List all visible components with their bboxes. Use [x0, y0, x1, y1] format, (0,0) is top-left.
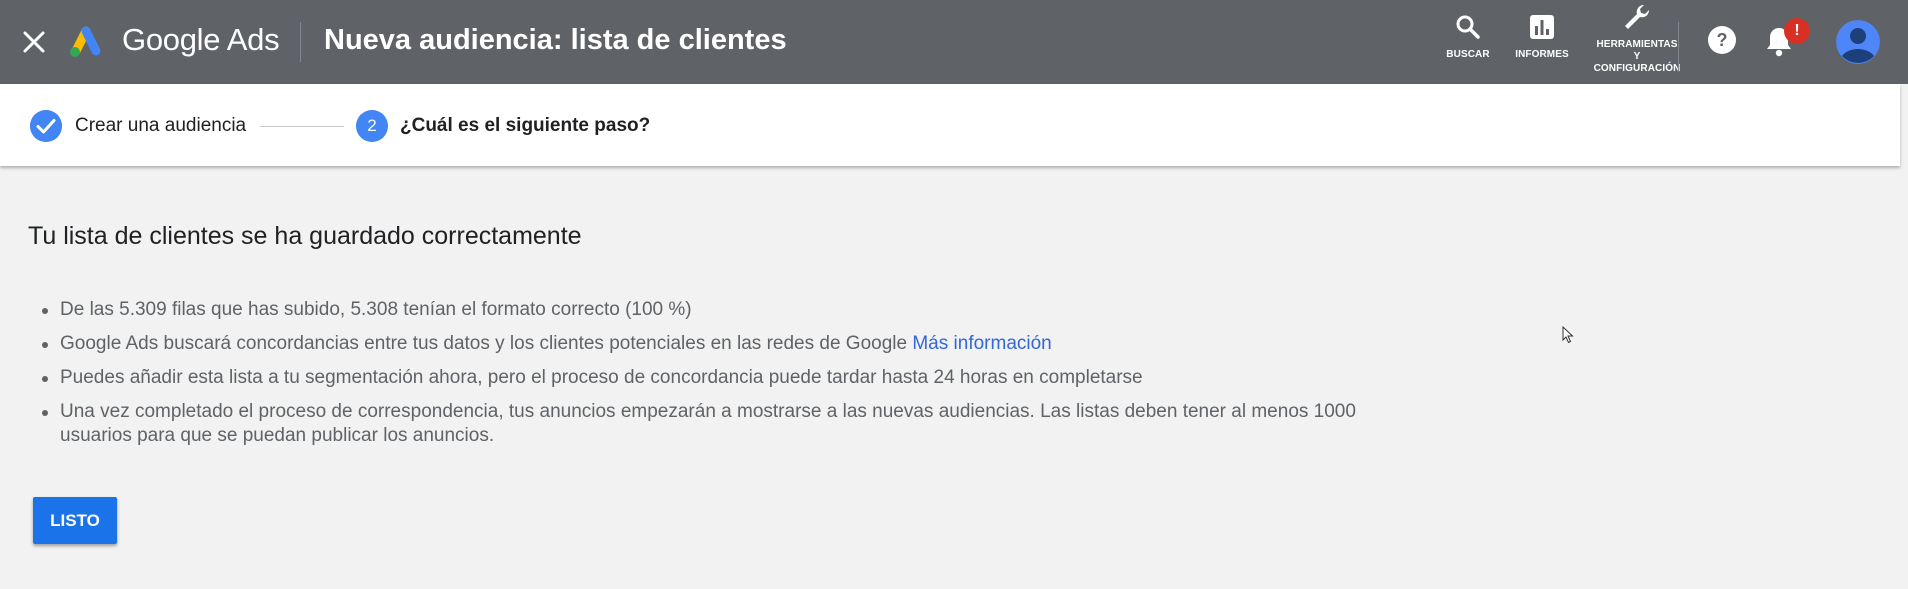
stepper: Crear una audiencia 2 ¿Cuál es el siguie…	[0, 84, 1900, 166]
info-list: De las 5.309 filas que has subido, 5.308…	[38, 298, 1418, 448]
list-item: Google Ads buscará concordancias entre t…	[38, 332, 1418, 356]
done-button[interactable]: LISTO	[33, 497, 117, 544]
list-item: Una vez completado el proceso de corresp…	[38, 400, 1418, 448]
brand-name: Google Ads	[122, 22, 280, 57]
tools-config-label: HERRAMIENTAS Y CONFIGURACIÓN	[1593, 39, 1681, 74]
list-item-text: De las 5.309 filas que has subido, 5.308…	[60, 299, 692, 320]
list-item-text: Una vez completado el proceso de corresp…	[60, 401, 1356, 446]
list-item: De las 5.309 filas que has subido, 5.308…	[38, 298, 1418, 322]
tools-divider	[1678, 22, 1679, 72]
step-2-label: ¿Cuál es el siguiente paso?	[400, 115, 651, 136]
svg-text:?: ?	[1717, 30, 1728, 50]
search-icon	[1456, 15, 1480, 39]
reports-label: INFORMES	[1515, 49, 1569, 60]
top-app-bar: Google Ads Nueva audiencia: lista de cli…	[0, 0, 1908, 84]
more-info-link[interactable]: Más información	[912, 333, 1051, 354]
list-item-text: Puedes añadir esta lista a tu segmentaci…	[60, 367, 1143, 388]
list-item: Puedes añadir esta lista a tu segmentaci…	[38, 366, 1418, 390]
notification-badge: !	[1784, 18, 1810, 44]
reports-button[interactable]: INFORMES	[1510, 14, 1574, 61]
step-2-number: 2	[356, 110, 388, 142]
close-icon[interactable]	[18, 24, 50, 60]
search-label: BUSCAR	[1446, 49, 1490, 60]
header-divider	[300, 22, 301, 62]
google-ads-logo	[70, 26, 101, 57]
avatar-icon[interactable]	[1836, 20, 1880, 64]
page-title: Nueva audiencia: lista de clientes	[324, 24, 787, 56]
tools-config-button[interactable]: HERRAMIENTAS Y CONFIGURACIÓN	[1588, 2, 1686, 75]
wrench-icon	[1625, 4, 1650, 29]
step-1-label[interactable]: Crear una audiencia	[75, 115, 246, 137]
mouse-cursor-icon	[1562, 326, 1574, 344]
reports-icon	[1530, 15, 1554, 39]
check-icon	[30, 110, 62, 142]
list-item-text: Google Ads buscará concordancias entre t…	[60, 333, 908, 354]
search-button[interactable]: BUSCAR	[1440, 14, 1496, 61]
success-heading: Tu lista de clientes se ha guardado corr…	[28, 222, 582, 250]
help-icon[interactable]: ?	[1707, 25, 1737, 55]
step-connector	[260, 126, 344, 127]
